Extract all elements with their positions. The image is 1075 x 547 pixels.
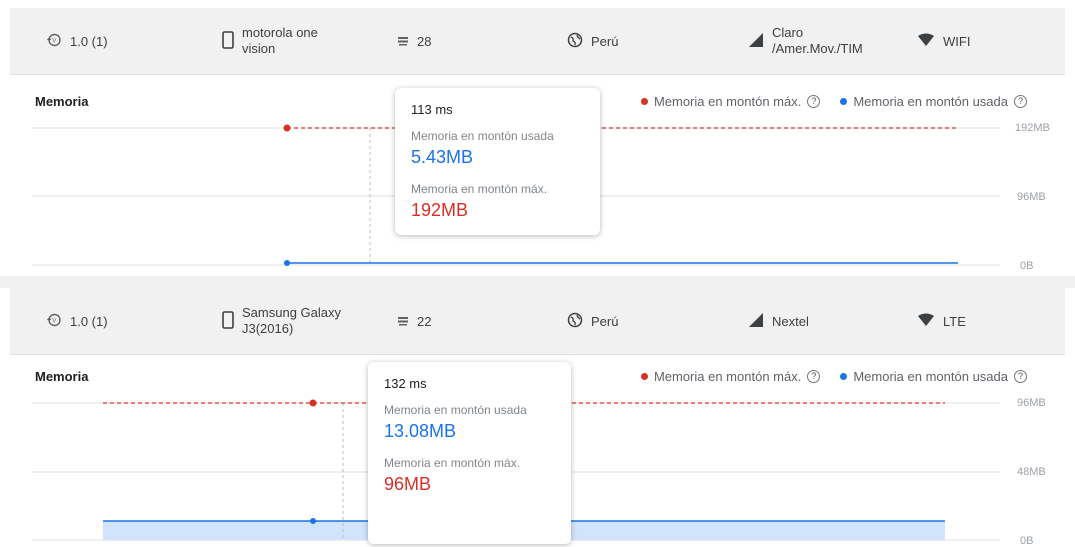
tooltip-time: 132 ms bbox=[384, 376, 427, 391]
chart-tooltip: 132 ms Memoria en montón usada 13.08MB M… bbox=[368, 362, 571, 544]
y-tick-label: 0B bbox=[1020, 260, 1034, 272]
globe-icon bbox=[567, 312, 583, 331]
tooltip-max-value: 192MB bbox=[411, 200, 469, 220]
legend-used-label: Memoria en montón usada bbox=[853, 369, 1008, 384]
network-label: LTE bbox=[943, 313, 966, 329]
carrier-line2: /Amer.Mov./TIM bbox=[772, 41, 863, 56]
panel-separator bbox=[0, 276, 1075, 288]
help-icon[interactable]: ? bbox=[1014, 95, 1027, 108]
country-label: Perú bbox=[591, 33, 619, 49]
tooltip-max-label: Memoria en montón máx. bbox=[384, 456, 521, 470]
series-used-point bbox=[310, 518, 316, 524]
api-info: 22 bbox=[397, 288, 431, 354]
legend-used-dot bbox=[840, 373, 848, 380]
api-level: 22 bbox=[417, 313, 432, 329]
version-info: V 1.0 (1) bbox=[46, 8, 108, 74]
legend-max-dot bbox=[640, 373, 648, 380]
api-level: 28 bbox=[417, 33, 432, 49]
device-name-line2: vision bbox=[242, 41, 276, 56]
carrier-label: Nextel bbox=[772, 313, 809, 329]
version-label: 1.0 (1) bbox=[70, 33, 108, 49]
version-info: V 1.0 (1) bbox=[46, 288, 108, 354]
svg-text:V: V bbox=[52, 38, 56, 44]
series-max-point bbox=[283, 124, 291, 132]
y-tick-label: 96MB bbox=[1017, 397, 1046, 409]
carrier-info: Claro/Amer.Mov./TIM bbox=[748, 8, 863, 74]
chart-title: Memoria bbox=[35, 94, 89, 109]
signal-icon bbox=[748, 32, 764, 51]
api-icon bbox=[397, 34, 409, 49]
y-tick-label: 0B bbox=[1020, 535, 1034, 547]
panel-device-2: V 1.0 (1) Samsung Galaxy J3(2016) 22 Perú bbox=[10, 288, 1065, 547]
svg-text:V: V bbox=[52, 318, 56, 324]
history-icon: V bbox=[46, 312, 62, 331]
device-info-bar: V 1.0 (1) Samsung Galaxy J3(2016) 22 Perú bbox=[10, 288, 1065, 355]
device-info: motorola one vision bbox=[222, 8, 318, 74]
tooltip-time: 113 ms bbox=[411, 102, 453, 117]
carrier-info: Nextel bbox=[748, 288, 809, 354]
signal-icon bbox=[748, 312, 764, 331]
y-tick-label: 192MB bbox=[1015, 122, 1050, 134]
tooltip-max-value: 96MB bbox=[384, 474, 432, 494]
chart-tooltip: 113 ms Memoria en montón usada 5.43MB Me… bbox=[395, 88, 600, 235]
country-label: Perú bbox=[591, 313, 619, 329]
network-info: LTE bbox=[917, 288, 966, 354]
tooltip-used-value: 5.43MB bbox=[411, 147, 474, 167]
wifi-icon bbox=[917, 33, 935, 50]
legend-max-dot bbox=[640, 98, 648, 105]
tooltip-used-value: 13.08MB bbox=[384, 421, 457, 441]
chart-title: Memoria bbox=[35, 369, 89, 384]
device-info-bar: V 1.0 (1) motorola one vision 28 Perú Cl… bbox=[10, 8, 1065, 75]
api-icon bbox=[397, 314, 409, 329]
panel-device-1: V 1.0 (1) motorola one vision 28 Perú Cl… bbox=[10, 8, 1065, 276]
series-max-point bbox=[309, 399, 317, 407]
tooltip-used-label: Memoria en montón usada bbox=[384, 403, 527, 417]
y-tick-label: 48MB bbox=[1017, 466, 1046, 478]
version-label: 1.0 (1) bbox=[70, 313, 108, 329]
api-info: 28 bbox=[397, 8, 431, 74]
y-tick-label: 96MB bbox=[1017, 191, 1046, 203]
network-label: WIFI bbox=[943, 33, 971, 49]
device-info: Samsung Galaxy J3(2016) bbox=[222, 288, 341, 354]
chart-legend: Memoria en montón máx. ? Memoria en mont… bbox=[640, 369, 1027, 384]
device-name-line1: Samsung Galaxy bbox=[242, 305, 341, 320]
device-name-line2: J3(2016) bbox=[242, 321, 294, 336]
carrier-line1: Claro bbox=[772, 25, 804, 40]
device-name-line1: motorola one bbox=[242, 25, 318, 40]
country-info: Perú bbox=[567, 288, 618, 354]
tooltip-used-label: Memoria en montón usada bbox=[411, 129, 554, 143]
phone-icon bbox=[222, 310, 234, 332]
chart-legend: Memoria en montón máx. ? Memoria en mont… bbox=[640, 94, 1027, 109]
legend-max-label: Memoria en montón máx. bbox=[653, 369, 802, 384]
series-used-point bbox=[284, 260, 290, 266]
legend-used-dot bbox=[840, 98, 848, 105]
tooltip-max-label: Memoria en montón máx. bbox=[411, 182, 548, 196]
globe-icon bbox=[567, 32, 583, 51]
legend-used-label: Memoria en montón usada bbox=[853, 94, 1008, 109]
legend-max-label: Memoria en montón máx. bbox=[653, 94, 802, 109]
wifi-icon bbox=[917, 313, 935, 330]
help-icon[interactable]: ? bbox=[807, 370, 821, 383]
phone-icon bbox=[222, 30, 234, 52]
country-info: Perú bbox=[567, 8, 618, 74]
history-icon: V bbox=[46, 32, 62, 51]
network-info: WIFI bbox=[917, 8, 970, 74]
help-icon[interactable]: ? bbox=[1014, 370, 1027, 383]
help-icon[interactable]: ? bbox=[807, 95, 821, 108]
